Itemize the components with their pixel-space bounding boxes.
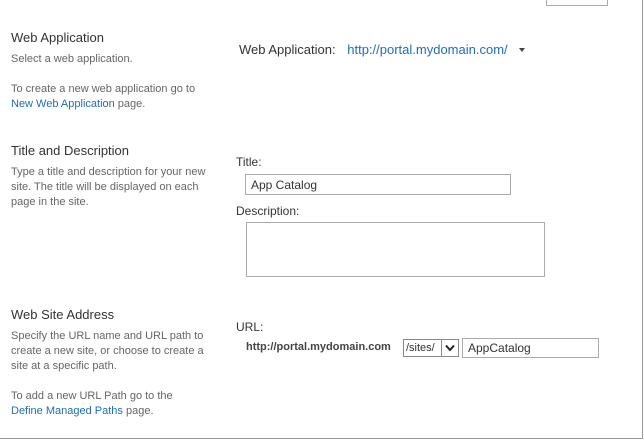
web-application-description: Select a web application. To create a ne…	[11, 52, 216, 112]
chevron-down-icon[interactable]	[519, 47, 526, 52]
url-prefix: http://portal.mydomain.com	[246, 341, 391, 353]
web-application-field-label: Web Application:	[239, 42, 336, 57]
web-site-address-desc-post: page.	[122, 405, 154, 417]
title-description-desc: Type a title and description for your ne…	[11, 166, 206, 208]
web-site-address-description: Specify the URL name and URL path to cre…	[11, 329, 216, 419]
url-field-label: URL:	[236, 320, 264, 334]
description-field-label: Description:	[236, 204, 300, 218]
define-managed-paths-link[interactable]: Define Managed Paths	[11, 405, 123, 417]
web-application-desc-post: page.	[114, 98, 146, 110]
web-application-desc-pre: To create a new web application go to	[11, 83, 196, 95]
web-site-address-section-title: Web Site Address	[11, 307, 115, 322]
chevron-down-icon	[445, 344, 455, 352]
web-application-desc-line2: To create a new web application go to Ne…	[11, 82, 216, 112]
web-site-address-desc-line1: Specify the URL name and URL path to cre…	[11, 330, 204, 372]
web-application-desc-line1: Select a web application.	[11, 53, 133, 65]
top-action-button[interactable]	[546, 0, 608, 6]
web-application-selected-value[interactable]: http://portal.mydomain.com/	[347, 42, 507, 57]
web-application-selector-row: Web Application: http://portal.mydomain.…	[239, 42, 526, 57]
web-site-address-desc-line2: To add a new URL Path go to the Define M…	[11, 389, 216, 419]
url-path-dropdown-button[interactable]	[441, 340, 458, 356]
web-site-address-desc-pre: To add a new URL Path go to the	[11, 390, 173, 402]
web-application-section-title: Web Application	[11, 30, 104, 45]
title-field-label: Title:	[236, 155, 262, 169]
description-textarea[interactable]	[246, 222, 545, 277]
url-path-select[interactable]: /sites/	[403, 339, 459, 357]
title-description-section-title: Title and Description	[11, 143, 130, 158]
new-web-application-link[interactable]: New Web Application	[11, 98, 115, 110]
url-path-selected: /sites/	[406, 342, 435, 354]
url-name-input[interactable]	[462, 338, 599, 358]
title-input[interactable]	[245, 174, 511, 195]
